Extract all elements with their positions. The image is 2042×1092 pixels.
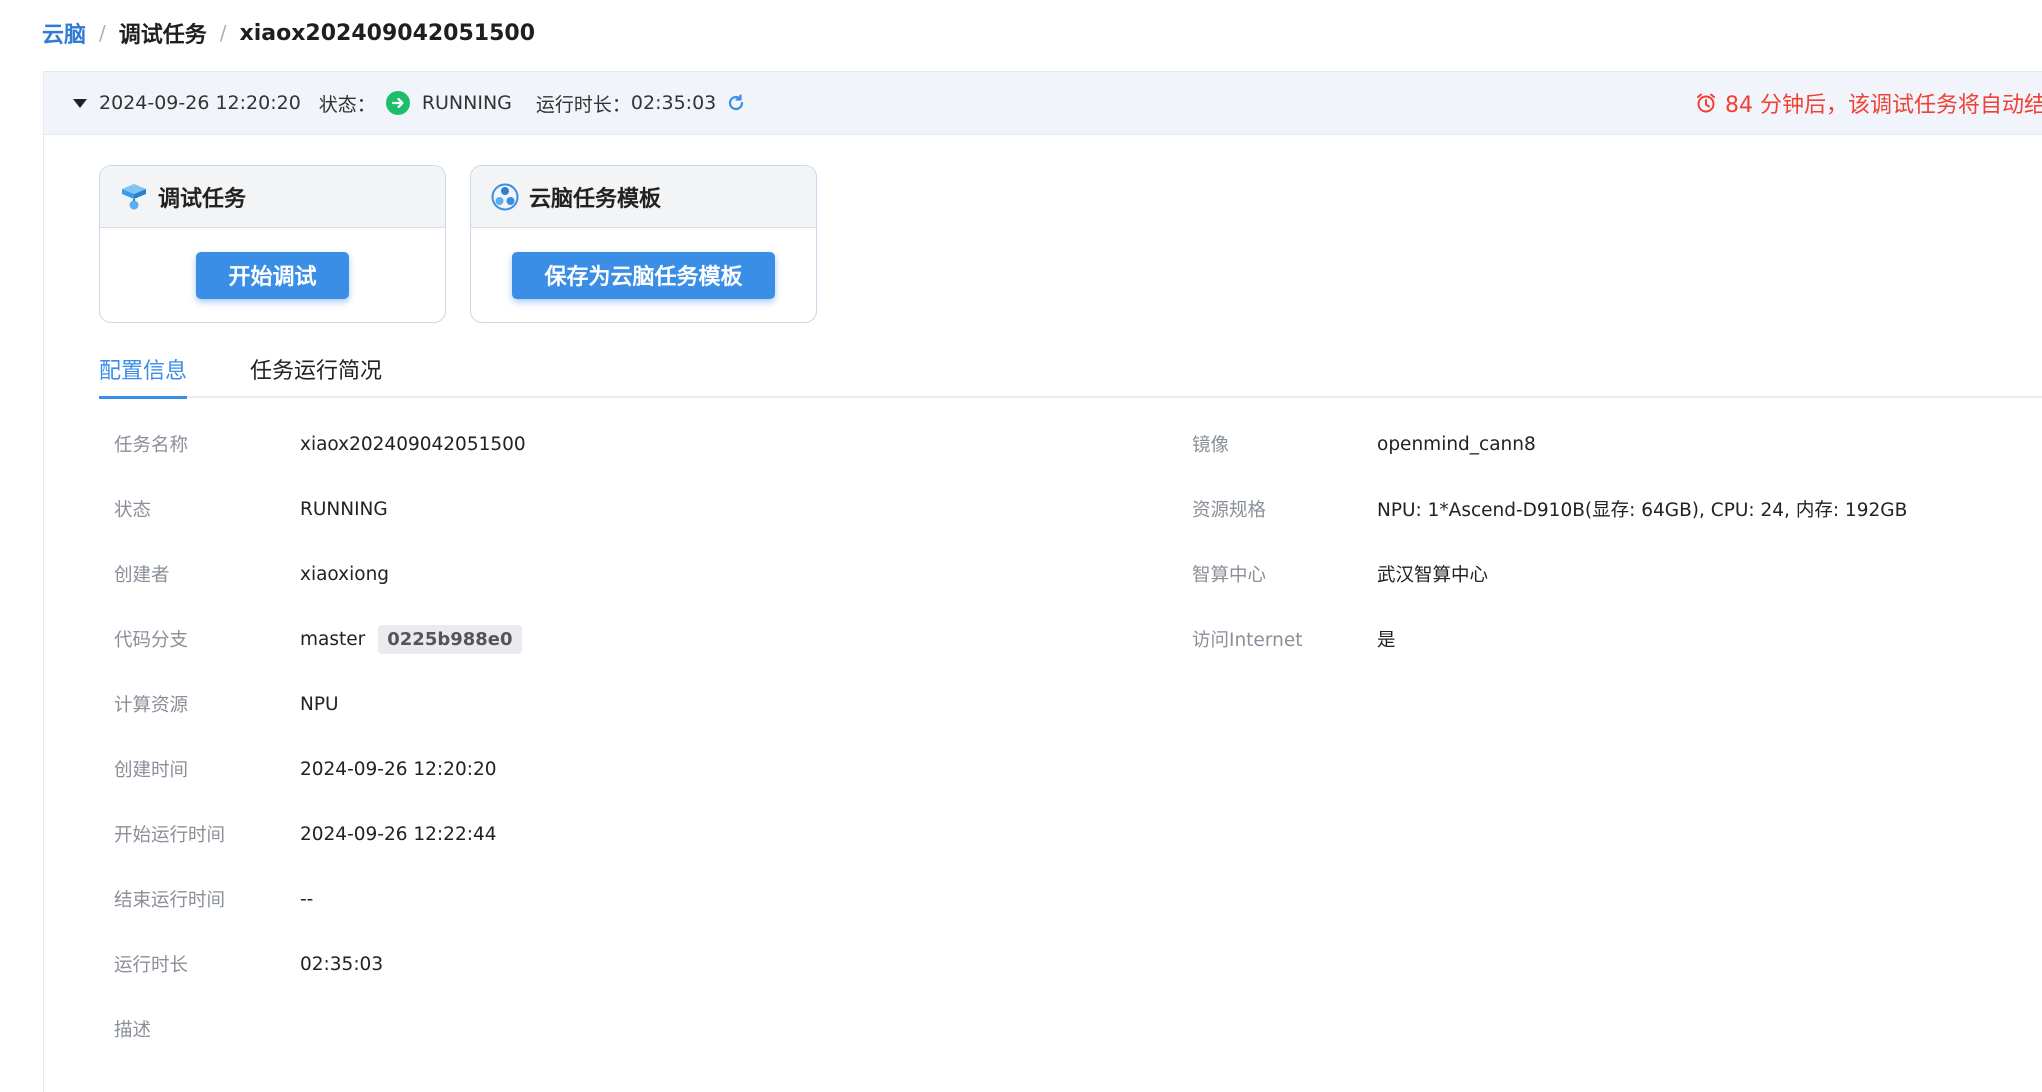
status-bar: 2024-09-26 12:20:20 状态： RUNNING 运行时长： 02… — [44, 72, 2042, 135]
info-value: 武汉智算中心 — [1377, 565, 1489, 586]
auto-stop-warning: 84 分钟后，该调试任务将自动结束 — [1695, 72, 2042, 134]
breadcrumb-separator: / — [99, 21, 106, 45]
alarm-clock-icon — [1695, 92, 1717, 114]
tab-run-summary[interactable]: 任务运行简况 — [250, 353, 382, 396]
info-value: openmind_cann8 — [1377, 433, 1536, 455]
collapse-caret-icon[interactable] — [73, 98, 87, 108]
info-value: NPU: 1*Ascend-D910B(显存: 64GB), CPU: 24, … — [1377, 500, 1908, 521]
save-as-template-button[interactable]: 保存为云脑任务模板 — [512, 251, 775, 299]
info-label: 任务名称 — [114, 435, 189, 456]
info-value: RUNNING — [300, 498, 388, 520]
info-label: 创建时间 — [114, 760, 189, 781]
auto-stop-warning-text: 84 分钟后，该调试任务将自动结束 — [1725, 93, 2042, 118]
info-label: 代码分支 — [114, 630, 189, 651]
info-label: 智算中心 — [1192, 565, 1267, 586]
info-label: 开始运行时间 — [114, 825, 226, 846]
running-icon — [385, 91, 410, 115]
card-title: 调试任务 — [158, 186, 247, 212]
breadcrumb-separator: / — [219, 21, 227, 45]
info-label: 镜像 — [1192, 435, 1230, 456]
tab-bar: 配置信息 任务运行简况 — [99, 345, 2042, 399]
info-label: 描述 — [114, 1020, 152, 1041]
info-value: 是 — [1377, 630, 1396, 651]
card-header: 云脑任务模板 — [471, 166, 816, 228]
info-value: NPU — [300, 693, 339, 715]
status-label: 状态： — [318, 93, 376, 116]
info-value: 2024-09-26 12:20:20 — [300, 758, 497, 780]
duration-label: 运行时长： — [535, 93, 631, 116]
info-label: 运行时长 — [114, 955, 189, 976]
breadcrumb-section: 调试任务 — [118, 23, 207, 48]
created-time: 2024-09-26 12:20:20 — [99, 92, 301, 114]
card-body: 保存为云脑任务模板 — [471, 228, 816, 322]
info-label: 创建者 — [114, 565, 170, 586]
info-label: 资源规格 — [1192, 500, 1267, 521]
info-value: -- — [300, 888, 314, 910]
breadcrumb-current: xiaox202409042051500 — [239, 20, 536, 46]
card-header: 调试任务 — [100, 166, 445, 228]
debug-task-icon — [118, 181, 150, 213]
info-value: xiaox202409042051500 — [300, 433, 526, 455]
status-value: RUNNING — [421, 92, 512, 114]
duration-value: 02:35:03 — [630, 92, 717, 114]
branch-name: master — [300, 628, 366, 650]
card-body: 开始调试 — [100, 228, 445, 322]
info-label: 结束运行时间 — [114, 890, 226, 911]
info-value: 2024-09-26 12:22:44 — [300, 823, 497, 845]
refresh-icon[interactable] — [726, 93, 746, 113]
template-card: 云脑任务模板 保存为云脑任务模板 — [470, 165, 817, 323]
breadcrumb-root-link[interactable]: 云脑 — [42, 17, 86, 49]
debug-task-card: 调试任务 开始调试 — [99, 165, 446, 323]
breadcrumb: 云脑 / 调试任务 / xiaox202409042051500 — [42, 14, 535, 52]
start-debug-button[interactable]: 开始调试 — [196, 251, 349, 299]
card-title: 云脑任务模板 — [529, 186, 662, 212]
info-label: 访问Internet — [1192, 630, 1303, 651]
info-value: master 0225b988e0 — [300, 624, 522, 654]
tab-config-info[interactable]: 配置信息 — [99, 353, 188, 399]
template-icon — [489, 181, 521, 213]
info-value: 02:35:03 — [300, 953, 384, 975]
info-label: 计算资源 — [114, 695, 189, 716]
info-value: xiaoxiong — [300, 563, 390, 585]
info-label: 状态 — [114, 500, 152, 521]
commit-hash-badge[interactable]: 0225b988e0 — [378, 624, 522, 654]
